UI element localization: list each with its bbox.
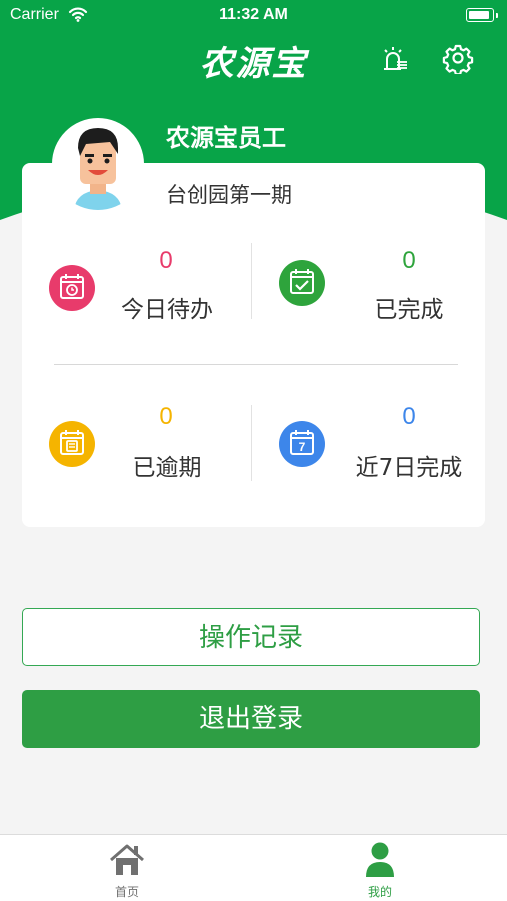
- app-logo: 农源宝: [199, 44, 308, 84]
- divider-vertical-bottom: [251, 405, 252, 481]
- tab-home-label: 首页: [114, 885, 139, 899]
- battery-icon: [466, 8, 498, 22]
- alarm-icon[interactable]: [378, 42, 410, 74]
- tab-home[interactable]: 首页: [77, 835, 177, 901]
- tab-mine[interactable]: 我的: [330, 835, 430, 901]
- calendar-clock-icon[interactable]: [48, 264, 96, 312]
- completed-count: 0: [402, 247, 416, 274]
- user-name: 农源宝员工: [166, 124, 286, 152]
- home-icon: [109, 843, 145, 881]
- operation-log-button[interactable]: 操作记录: [22, 608, 480, 666]
- svg-text:7: 7: [299, 440, 306, 454]
- calendar-7-icon[interactable]: 7: [278, 420, 326, 468]
- gear-icon[interactable]: [442, 42, 474, 76]
- calendar-overdue-icon[interactable]: [48, 420, 96, 468]
- overdue-label[interactable]: 已逾期: [112, 448, 222, 482]
- divider-horizontal: [54, 364, 458, 365]
- logout-button[interactable]: 退出登录: [22, 690, 480, 748]
- status-bar: Carrier 11:32 AM: [0, 0, 507, 32]
- tab-bar: 首页 我的: [0, 834, 507, 901]
- calendar-check-icon[interactable]: [278, 259, 326, 307]
- tab-mine-label: 我的: [367, 885, 392, 899]
- stats-card: 台创园第一期 0 今日待办 0 已完成 0 已逾期 7 0 近7日完成: [22, 163, 485, 527]
- avatar[interactable]: [52, 118, 144, 210]
- today-todo-label[interactable]: 今日待办: [112, 290, 222, 324]
- completed-label[interactable]: 已完成: [352, 290, 466, 324]
- today-todo-count: 0: [159, 247, 173, 274]
- clock: 11:32 AM: [219, 6, 288, 23]
- last-7-days-label[interactable]: 近7日完成: [338, 448, 480, 482]
- last-7-days-count: 0: [402, 403, 416, 430]
- organization-name: 台创园第一期: [166, 183, 292, 207]
- person-icon: [365, 841, 395, 881]
- overdue-count: 0: [159, 403, 173, 430]
- divider-vertical-top: [251, 243, 252, 319]
